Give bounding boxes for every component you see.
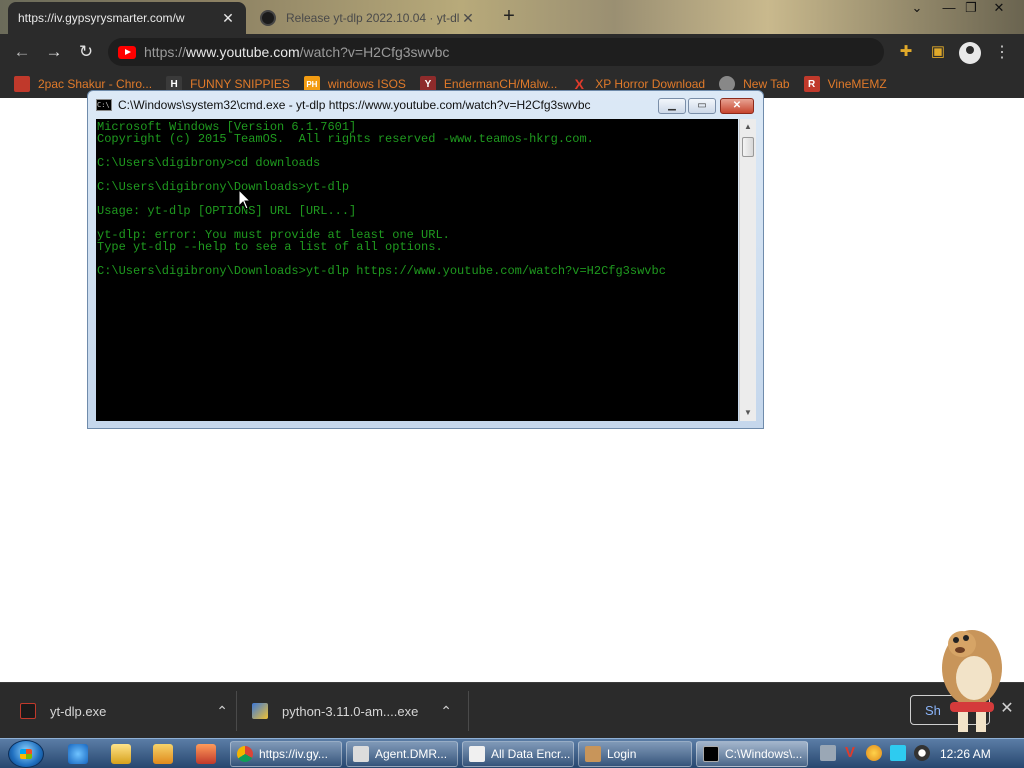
tab-title: https://iv.gypsyrysmarter.com/w (18, 11, 185, 25)
url-text: https://www.youtube.com/watch?v=H2Cfg3sw… (144, 44, 450, 60)
tray-app-icon[interactable] (820, 745, 836, 761)
hamster-sticker (942, 630, 1002, 732)
tab-close-icon[interactable]: ✕ (220, 10, 236, 27)
cmd-maximize-button[interactable]: ▭ (688, 98, 716, 114)
cmd-icon: C:\ (96, 99, 112, 111)
console-line: C:\Users\digibrony\Downloads>yt-dlp (97, 180, 350, 194)
app-icon (353, 746, 369, 762)
r-icon: R (803, 76, 820, 92)
scroll-thumb[interactable] (742, 137, 754, 157)
media-player-icon[interactable] (153, 744, 173, 764)
tray-search-icon[interactable] (866, 745, 882, 761)
scroll-up-icon[interactable]: ▲ (740, 119, 756, 135)
internet-explorer-icon[interactable] (68, 744, 88, 764)
app-pinned-icon[interactable] (196, 744, 216, 764)
taskbar-item-chrome[interactable]: https://iv.gy... (230, 741, 342, 767)
divider (236, 691, 237, 731)
youtube-icon (118, 45, 136, 59)
windows-taskbar: https://iv.gy... Agent.DMR... All Data E… (0, 738, 1024, 768)
console-line: Copyright (c) 2015 TeamOS. All rights re… (97, 132, 594, 146)
mouse-pointer-icon (238, 189, 252, 210)
exe-icon (20, 703, 36, 719)
chevron-up-icon[interactable]: ⌃ (216, 703, 228, 720)
side-panel-icon[interactable]: ▣ (928, 42, 948, 62)
start-button[interactable] (8, 740, 44, 768)
chevron-up-icon[interactable]: ⌃ (440, 703, 452, 720)
extensions-icon[interactable]: ✚ (896, 42, 916, 62)
taskbar-item-all-data[interactable]: All Data Encr... (462, 741, 574, 767)
console-line: C:\Users\digibrony\Downloads>yt-dlp http… (97, 264, 666, 278)
console-scrollbar[interactable]: ▲ ▼ (739, 119, 756, 421)
console-line: Type yt-dlp --help to see a list of all … (97, 240, 443, 254)
menu-icon[interactable]: ⋮ (994, 42, 1010, 62)
bookmark-vinememz[interactable]: R VineMEMZ (803, 76, 887, 92)
profile-avatar[interactable] (959, 42, 981, 64)
taskbar-item-cmd[interactable]: C:\Windows\... (696, 741, 808, 767)
cmd-close-button[interactable]: ✕ (720, 98, 754, 114)
console-output[interactable]: Microsoft Windows [Version 6.1.7601] Cop… (96, 119, 738, 421)
tab-current[interactable]: https://iv.gypsyrysmarter.com/w ✕ (8, 2, 246, 116)
tray-v-icon[interactable]: V (842, 745, 858, 761)
download-item[interactable]: yt-dlp.exe ⌃ (20, 683, 228, 739)
tray-volume-icon[interactable] (914, 745, 930, 761)
cmd-window[interactable]: C:\ C:\Windows\system32\cmd.exe - yt-dlp… (87, 90, 764, 429)
new-tab-button[interactable]: + (498, 5, 520, 27)
tab-title: Release yt-dlp 2022.10.04 · yt-dl (286, 11, 460, 25)
github-icon (260, 10, 276, 26)
folder-red-icon (14, 76, 30, 92)
console-line: C:\Users\digibrony>cd downloads (97, 156, 321, 170)
taskbar-item-agent[interactable]: Agent.DMR... (346, 741, 458, 767)
divider (468, 691, 469, 731)
maximize-button[interactable]: ❐ (956, 0, 986, 18)
cmd-title: C:\Windows\system32\cmd.exe - yt-dlp htt… (118, 98, 591, 112)
taskbar-item-login[interactable]: Login (578, 741, 692, 767)
explorer-folder-icon[interactable] (111, 744, 131, 764)
close-window-button[interactable]: ✕ (984, 0, 1014, 18)
back-button[interactable]: ← (10, 41, 34, 63)
tray-display-icon[interactable] (890, 745, 906, 761)
reload-button[interactable]: ↻ (74, 41, 98, 63)
tab-release[interactable]: Release yt-dlp 2022.10.04 · yt-dl ✕ (250, 2, 486, 34)
cmd-minimize-button[interactable]: ▁ (658, 98, 686, 114)
cmd-icon (703, 746, 719, 762)
python-installer-icon (252, 703, 268, 719)
login-icon (585, 746, 601, 762)
download-filename: python-3.11.0-am....exe (282, 703, 419, 719)
folder-icon (469, 746, 485, 762)
forward-button[interactable]: → (42, 41, 66, 63)
address-bar[interactable]: https://www.youtube.com/watch?v=H2Cfg3sw… (108, 38, 884, 66)
browser-toolbar: ← → ↻ https://www.youtube.com/watch?v=H2… (0, 34, 1024, 70)
download-shelf: yt-dlp.exe ⌃ python-3.11.0-am....exe ⌃ (0, 682, 1024, 738)
browser-tabstrip: https://iv.gypsyrysmarter.com/w ✕ Releas… (0, 0, 1024, 116)
chrome-icon (237, 746, 253, 762)
download-filename: yt-dlp.exe (50, 703, 107, 719)
taskbar-clock[interactable]: 12:26 AM (940, 747, 991, 761)
tab-close-icon[interactable]: ✕ (460, 10, 476, 27)
tab-search-icon[interactable]: ⌄ (902, 0, 932, 18)
console-line: Usage: yt-dlp [OPTIONS] URL [URL...] (97, 204, 357, 218)
download-item[interactable]: python-3.11.0-am....exe ⌃ (252, 683, 452, 739)
scroll-down-icon[interactable]: ▼ (740, 405, 756, 421)
